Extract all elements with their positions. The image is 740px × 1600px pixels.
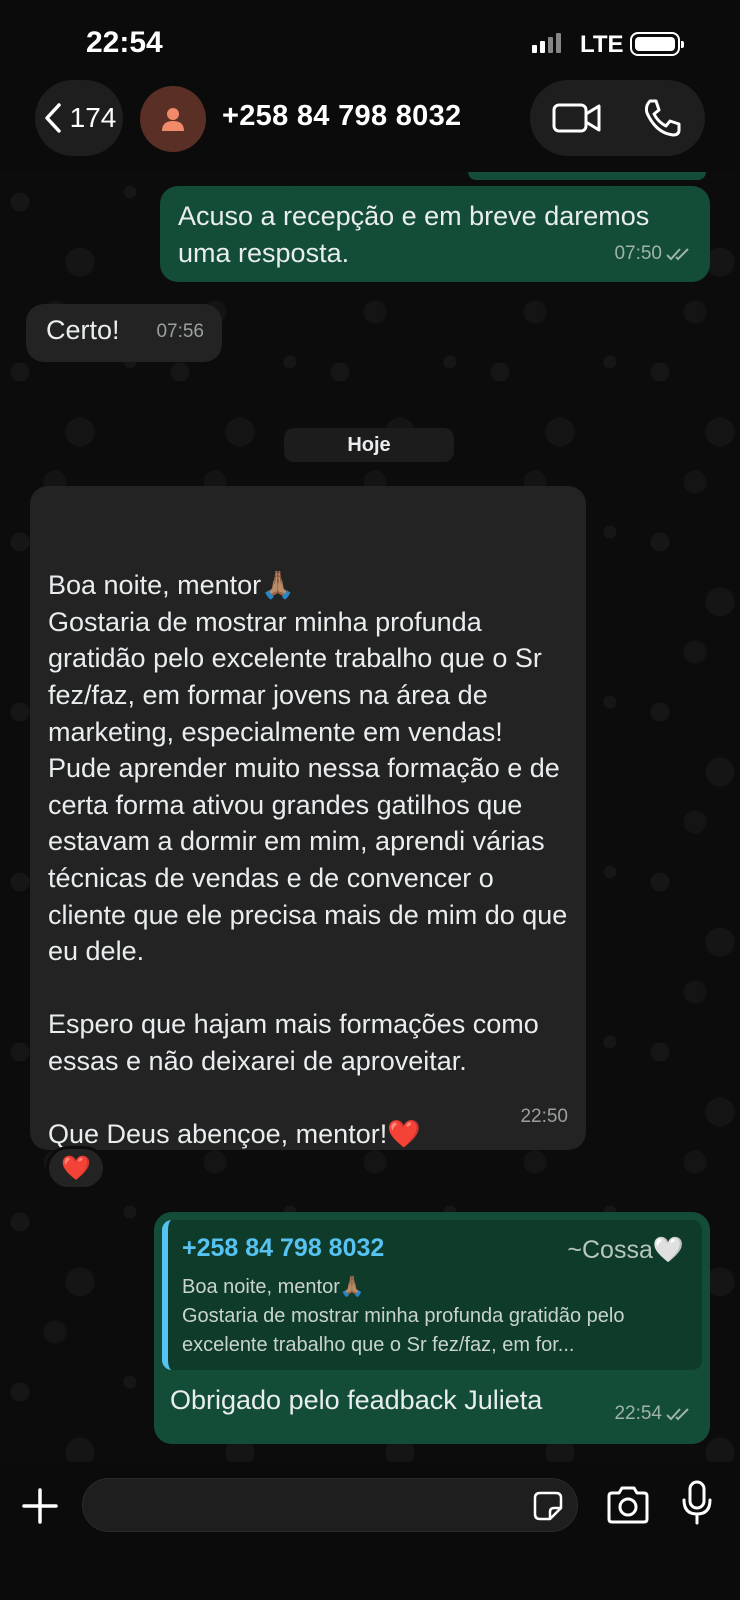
person-icon: [162, 108, 184, 131]
video-camera-icon[interactable]: [552, 100, 602, 136]
composer-bar: [0, 1462, 740, 1600]
message-time: 22:50: [520, 1106, 568, 1128]
message-text: Boa noite, mentor🙏🏽 Gostaria de mostrar …: [48, 570, 568, 1150]
message-time: 07:50: [614, 235, 692, 272]
quote-alias: ~Cossa🤍: [567, 1236, 684, 1264]
message-text: Obrigado pelo feadback Julieta: [170, 1385, 543, 1415]
plus-icon[interactable]: [20, 1486, 60, 1526]
quoted-message[interactable]: +258 84 798 8032 ~Cossa🤍 Boa noite, ment…: [162, 1220, 702, 1370]
camera-icon[interactable]: [606, 1486, 650, 1524]
heart-reaction: ❤️: [61, 1154, 91, 1182]
back-button[interactable]: 174: [35, 80, 123, 156]
message-input[interactable]: [82, 1478, 578, 1532]
read-ticks-icon: [666, 248, 689, 261]
contact-name[interactable]: +258 84 798 8032: [222, 100, 461, 133]
message-time: 07:56: [156, 321, 204, 342]
day-separator: Hoje: [284, 428, 454, 462]
phone-icon[interactable]: [642, 98, 682, 138]
read-ticks-icon: [666, 1408, 689, 1421]
quote-text: Boa noite, mentor🙏🏽 Gostaria de mostrar …: [182, 1276, 625, 1356]
chevron-left-icon: [44, 103, 61, 133]
unread-count: 174: [69, 102, 117, 133]
call-actions: [530, 80, 705, 156]
incoming-message[interactable]: Boa noite, mentor🙏🏽 Gostaria de mostrar …: [30, 486, 586, 1150]
network-type: LTE: [580, 31, 624, 58]
incoming-message[interactable]: Certo! 07:56: [26, 304, 222, 362]
status-bar: 22:54 LTE: [0, 0, 740, 80]
outgoing-reply-message[interactable]: +258 84 798 8032 ~Cossa🤍 Boa noite, ment…: [154, 1212, 710, 1444]
sticker-icon[interactable]: [533, 1491, 563, 1521]
previous-message-edge: [468, 172, 706, 180]
battery-icon: [630, 32, 684, 56]
message-time: 22:54: [614, 1395, 692, 1432]
reaction-badge[interactable]: ❤️: [46, 1146, 106, 1190]
message-text: Certo!: [46, 315, 120, 345]
microphone-icon[interactable]: [680, 1480, 714, 1526]
status-time: 22:54: [86, 26, 163, 59]
avatar[interactable]: [140, 86, 206, 152]
signal-icon: [532, 33, 561, 53]
chat-header: 174 +258 84 798 8032: [0, 80, 740, 172]
outgoing-message[interactable]: Acuso a recepção e em breve daremos uma …: [160, 186, 710, 282]
